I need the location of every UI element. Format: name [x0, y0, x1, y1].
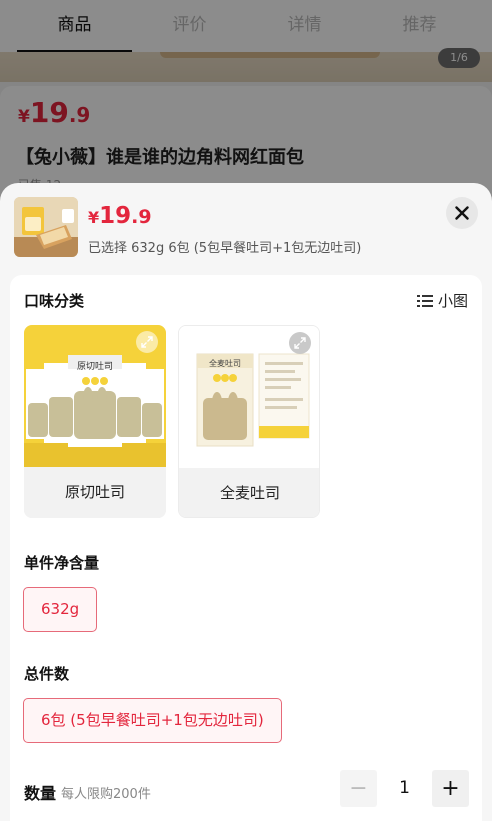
flavor-option-original[interactable]: 原切吐司 原切吐司 — [24, 325, 166, 518]
view-toggle-label: 小图 — [437, 292, 468, 310]
net-content-section-label: 单件净含量 — [24, 554, 100, 572]
sku-selection-sheet: ¥19.9 已选择 632g 6包 (5包早餐吐司+1包无边吐司) 口味分类 小… — [0, 183, 492, 821]
svg-text:全麦吐司: 全麦吐司 — [209, 358, 241, 368]
expand-image-button[interactable] — [136, 331, 158, 353]
quantity-increase-button[interactable]: + — [432, 770, 469, 807]
flavor-option-wholewheat[interactable]: 全麦吐司 全麦吐司 — [178, 325, 320, 518]
sku-options-panel: 口味分类 小图 原切吐司 原切吐司 全麦吐司 全麦吐司 单件净含量 632g 总… — [10, 275, 482, 821]
purchase-limit-text: 每人限购200件 — [61, 787, 151, 802]
quantity-label: 数量 — [24, 784, 57, 803]
close-icon — [455, 206, 469, 220]
close-button[interactable] — [446, 197, 478, 229]
expand-image-button[interactable] — [289, 332, 311, 354]
total-pieces-section-label: 总件数 — [24, 665, 70, 683]
flavor-option-label: 全麦吐司 — [179, 468, 319, 517]
selected-sku-summary: 已选择 632g 6包 (5包早餐吐司+1包无边吐司) — [88, 241, 362, 256]
sheet-price: ¥19.9 — [88, 203, 152, 229]
flavor-option-label: 原切吐司 — [24, 467, 166, 518]
currency-symbol: ¥ — [88, 208, 100, 227]
price-integer: 19 — [99, 203, 132, 229]
expand-icon — [294, 337, 306, 349]
total-pieces-option-6pack[interactable]: 6包 (5包早餐吐司+1包无边吐司) — [23, 698, 282, 743]
quantity-value[interactable]: 1 — [377, 770, 432, 807]
net-content-option-632g[interactable]: 632g — [23, 587, 98, 632]
expand-icon — [141, 336, 153, 348]
flavor-section-label: 口味分类 — [24, 292, 85, 310]
sku-thumbnail[interactable] — [14, 197, 78, 257]
svg-text:原切吐司: 原切吐司 — [77, 361, 113, 372]
toast-thumbnail-image — [14, 197, 78, 257]
price-decimal: .9 — [131, 206, 152, 228]
view-toggle-button[interactable]: 小图 — [416, 290, 468, 311]
list-icon — [416, 294, 433, 307]
quantity-decrease-button[interactable]: − — [340, 770, 377, 807]
